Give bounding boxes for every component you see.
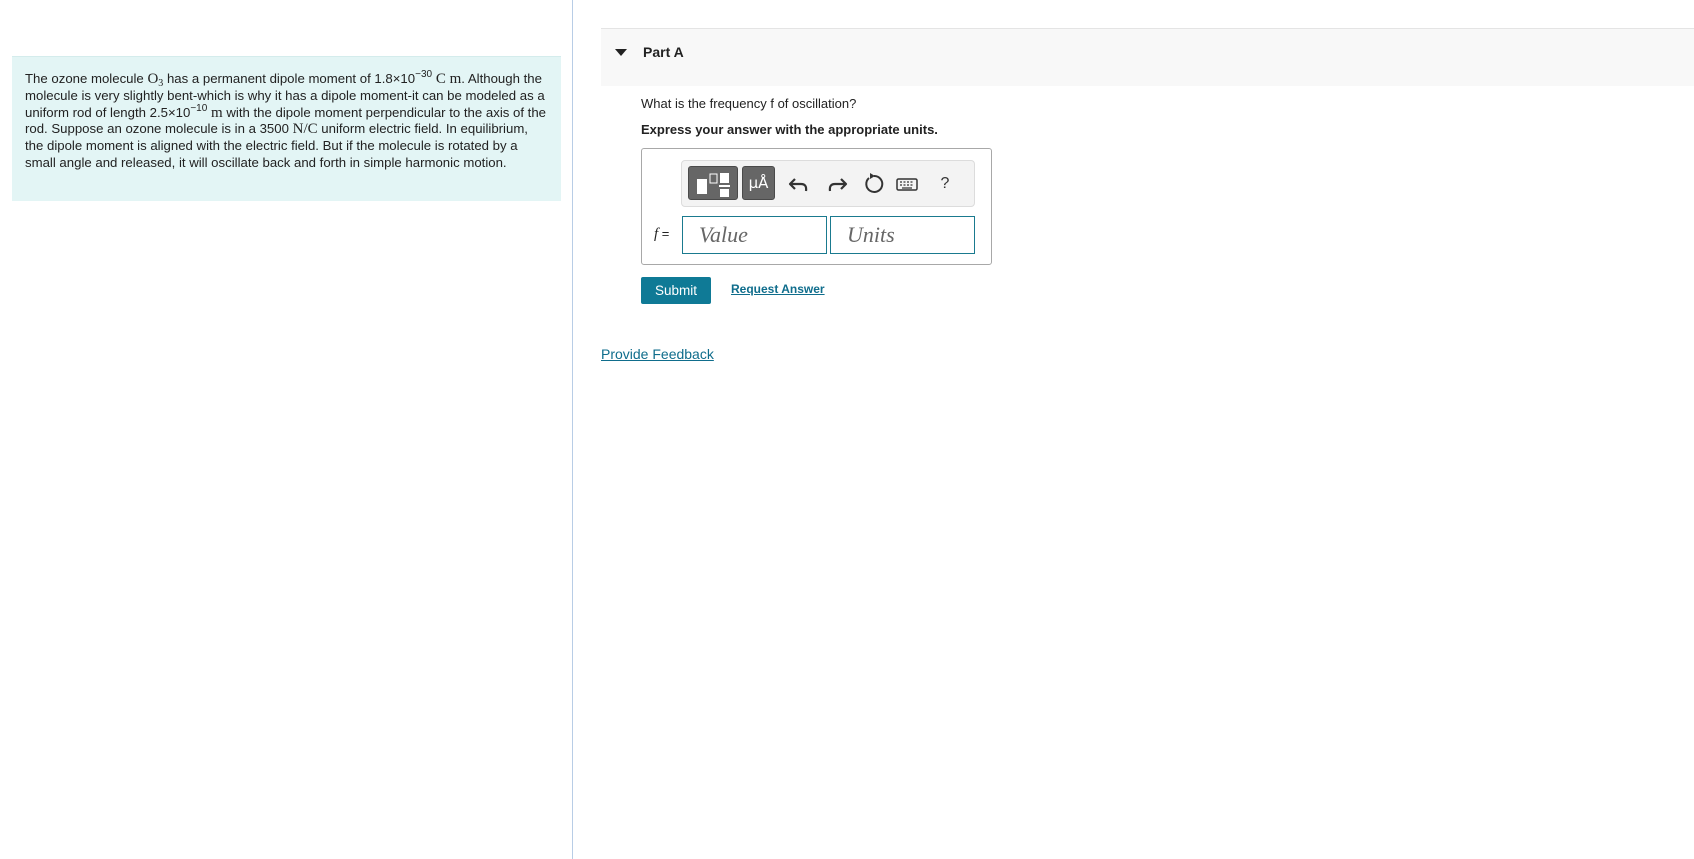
reset-icon[interactable] (860, 171, 886, 197)
submit-button[interactable]: Submit (641, 277, 711, 304)
part-a-header[interactable]: Part A (601, 28, 1694, 86)
caret-down-icon[interactable] (615, 49, 627, 56)
part-title: Part A (643, 44, 684, 60)
equals-sign: = (658, 226, 670, 241)
units-input[interactable] (830, 216, 975, 254)
redo-icon[interactable] (824, 171, 850, 197)
answer-box: μÅ ? f = (641, 148, 992, 265)
help-button[interactable]: ? (932, 171, 958, 197)
templates-icon (697, 173, 730, 197)
math-toolbar: μÅ ? (681, 160, 975, 207)
question-text: What is the frequency f of oscillation? (641, 96, 857, 111)
length-exponent: −10 (190, 102, 208, 114)
keyboard-icon[interactable] (894, 171, 920, 197)
problem-text-2: has a permanent dipole moment of 1.8×10 (163, 71, 416, 86)
templates-button[interactable] (688, 166, 738, 200)
problem-text-1: The ozone molecule (25, 71, 148, 86)
variable-label: f = (654, 226, 669, 243)
problem-statement: The ozone molecule O3 has a permanent di… (12, 56, 561, 201)
request-answer-link[interactable]: Request Answer (731, 282, 825, 296)
provide-feedback-link[interactable]: Provide Feedback (601, 346, 714, 362)
ozone-formula: O3 (147, 71, 163, 89)
length-unit: m (207, 104, 223, 121)
dipole-exponent: −30 (415, 69, 433, 80)
ozone-symbol: O (147, 71, 159, 87)
units-button[interactable]: μÅ (742, 166, 775, 200)
value-input[interactable] (682, 216, 827, 254)
field-unit: N/C (292, 121, 318, 138)
undo-icon[interactable] (786, 171, 812, 197)
instruction-text: Express your answer with the appropriate… (641, 122, 938, 137)
dipole-unit: C m (432, 71, 462, 87)
left-pane: The ozone molecule O3 has a permanent di… (0, 0, 573, 859)
